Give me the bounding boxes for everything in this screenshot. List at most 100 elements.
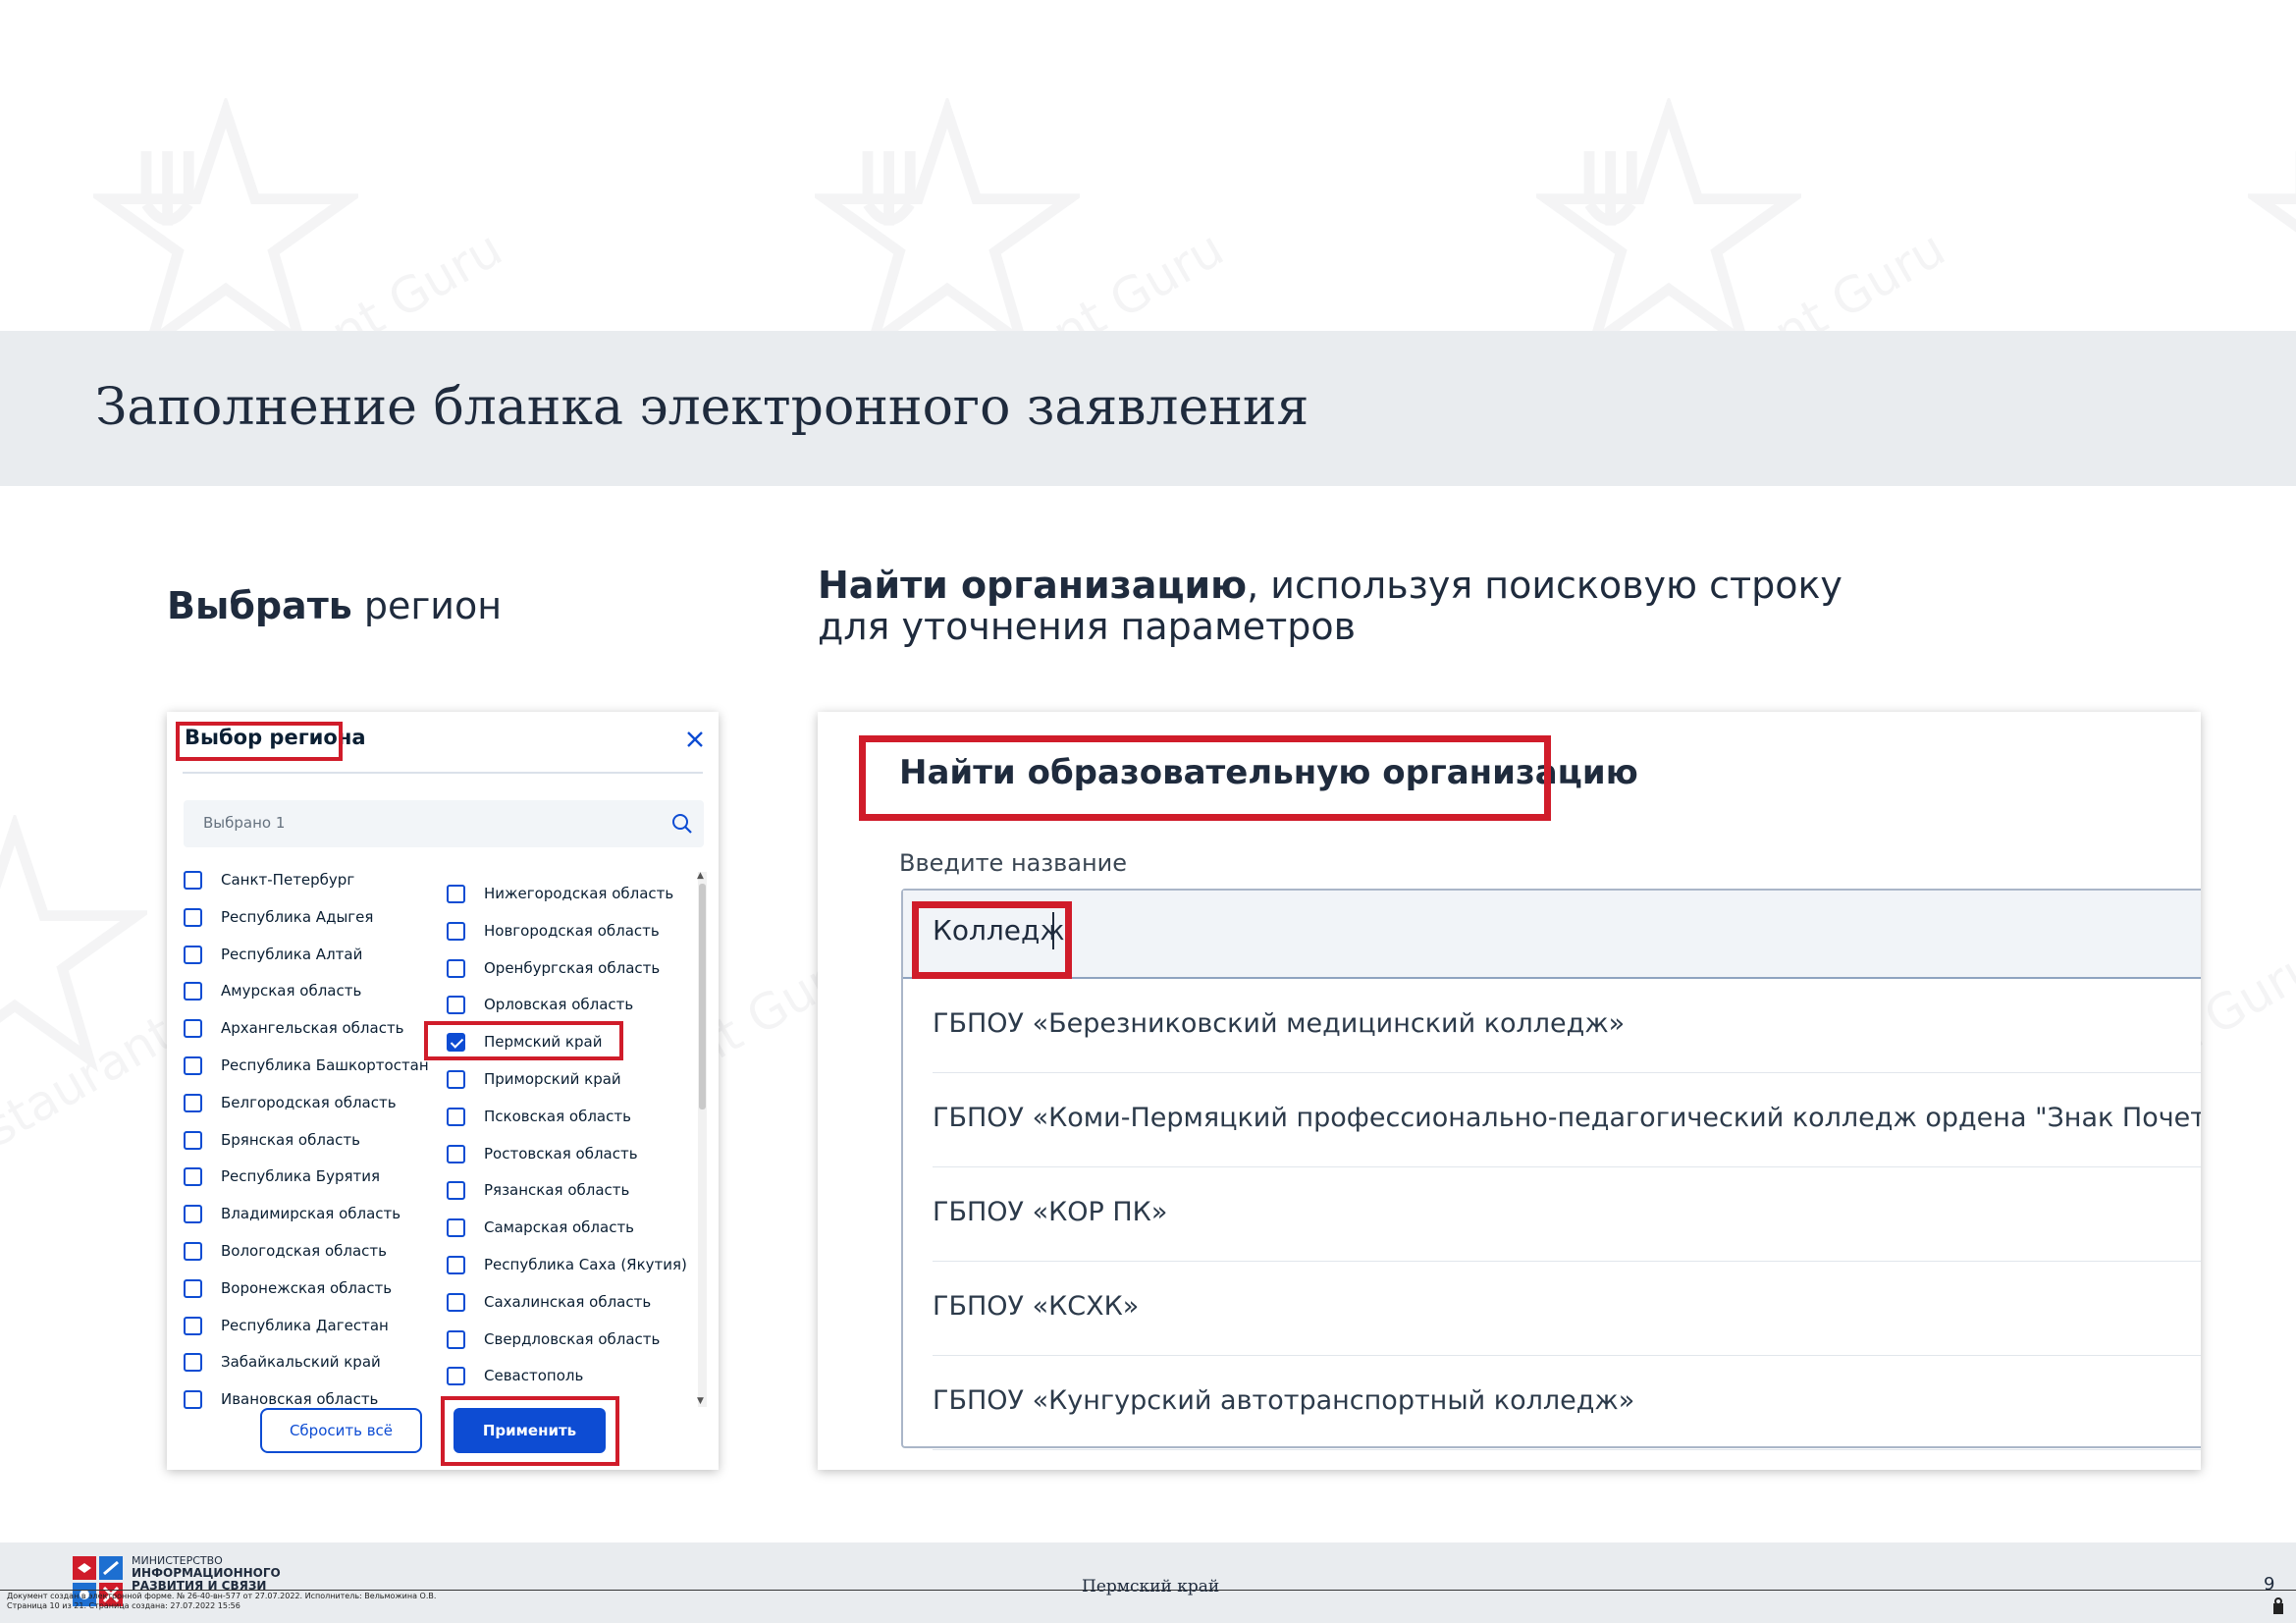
region-option-label: Сахалинская область bbox=[484, 1292, 652, 1311]
checkbox[interactable] bbox=[184, 1278, 202, 1298]
region-option-label: Оренбургская область bbox=[484, 958, 661, 977]
checkbox[interactable] bbox=[184, 1390, 202, 1410]
page-title: Заполнение бланка электронного заявления bbox=[95, 378, 1309, 437]
region-option-label: Архангельская область bbox=[221, 1019, 404, 1038]
checkbox[interactable] bbox=[184, 1167, 202, 1187]
region-option-label: Вологодская область bbox=[221, 1242, 387, 1260]
highlight-frame bbox=[912, 901, 1072, 979]
checkbox[interactable] bbox=[184, 1056, 202, 1075]
region-option-label: Ивановская область bbox=[221, 1390, 379, 1409]
org-result-option[interactable]: ГБПОУ «Кунгурский автотранспортный колле… bbox=[933, 1356, 2201, 1450]
step2-caption: Найти организацию, используя поисковую с… bbox=[818, 565, 1842, 647]
checkbox[interactable] bbox=[447, 885, 465, 903]
region-option-label: Владимирская область bbox=[221, 1205, 401, 1223]
org-result-option[interactable]: ГБПОУ «Коми-Пермяцкий профессионально-пе… bbox=[933, 1073, 2201, 1167]
checkbox[interactable] bbox=[184, 1130, 202, 1150]
scrollbar-thumb[interactable] bbox=[699, 884, 706, 1109]
search-icon[interactable] bbox=[670, 812, 694, 839]
watermark-logo-icon: Restaurant Guru bbox=[815, 98, 1233, 471]
region-option-label: Республика Саха (Якутия) bbox=[484, 1256, 687, 1273]
region-option-label: Ростовская область bbox=[484, 1144, 638, 1163]
org-result-option[interactable]: ГБПОУ «КОР ПК» bbox=[933, 1167, 2201, 1262]
checkbox[interactable] bbox=[447, 1070, 465, 1089]
highlight-frame bbox=[176, 722, 343, 761]
footer-region: Пермский край bbox=[1082, 1577, 1220, 1596]
highlight-frame bbox=[441, 1396, 619, 1466]
checkbox[interactable] bbox=[184, 1242, 202, 1261]
checkbox[interactable] bbox=[447, 1256, 465, 1274]
step2-bold: Найти организацию bbox=[818, 564, 1248, 607]
checkbox[interactable] bbox=[184, 1205, 202, 1224]
checkbox[interactable] bbox=[447, 1144, 465, 1163]
checkbox[interactable] bbox=[447, 996, 465, 1015]
document-note: Документ создан в электронной форме. № 2… bbox=[7, 1592, 436, 1611]
region-option-label: Новгородская область bbox=[484, 921, 660, 940]
region-option-label: Республика Башкортостан bbox=[221, 1056, 429, 1074]
checkbox[interactable] bbox=[447, 1181, 465, 1201]
checkbox[interactable] bbox=[447, 1292, 465, 1312]
org-result-label: ГБПОУ «КСХК» bbox=[933, 1291, 1140, 1322]
region-option-label: Брянская область bbox=[221, 1130, 360, 1149]
checkbox[interactable] bbox=[184, 907, 202, 927]
step1-bold: Выбрать bbox=[167, 584, 352, 627]
checkbox[interactable] bbox=[184, 1316, 202, 1335]
page-number: 9 bbox=[2264, 1574, 2275, 1595]
checkbox[interactable] bbox=[447, 1107, 465, 1126]
region-option-label: Приморский край bbox=[484, 1070, 621, 1088]
region-search-input[interactable]: Выбрано 1 bbox=[184, 800, 704, 847]
checkbox[interactable] bbox=[447, 1218, 465, 1238]
region-option-label: Воронежская область bbox=[221, 1278, 393, 1297]
checkbox[interactable] bbox=[184, 1093, 202, 1112]
divider bbox=[183, 772, 703, 774]
checkbox[interactable] bbox=[184, 945, 202, 964]
step2-rest: , используя поисковую строку bbox=[1247, 564, 1842, 607]
reset-all-button[interactable]: Сбросить всё bbox=[260, 1408, 422, 1453]
document-stamp-icon bbox=[2271, 1596, 2285, 1620]
org-search-input[interactable]: Колледж bbox=[903, 891, 2201, 979]
region-option-label: Забайкальский край bbox=[221, 1353, 381, 1372]
region-option-label: Белгородская область bbox=[221, 1093, 397, 1111]
watermark-logo-icon: Restaurant Guru bbox=[1536, 98, 1954, 471]
step1-rest: регион bbox=[351, 584, 503, 627]
checkbox[interactable] bbox=[184, 871, 202, 890]
document-note-line1: Документ создан в электронной форме. № 2… bbox=[7, 1592, 437, 1600]
org-result-label: ГБПОУ «Коми-Пермяцкий профессионально-пе… bbox=[933, 1103, 2201, 1133]
checkbox[interactable] bbox=[184, 1019, 202, 1039]
ministry-line2: ИНФОРМАЦИОННОГО bbox=[132, 1566, 281, 1580]
checkbox[interactable] bbox=[184, 1353, 202, 1373]
checkbox[interactable] bbox=[447, 1329, 465, 1349]
region-option-label: Нижегородская область bbox=[484, 885, 674, 902]
region-dialog: Выбор региона Выбрано 1 Санкт-Петербург Р… bbox=[167, 712, 719, 1470]
watermark-logo-icon: Restaurant Guru bbox=[0, 815, 300, 1188]
org-result-label: ГБПОУ «КОР ПК» bbox=[933, 1197, 1168, 1227]
step2-line2: для уточнения параметров bbox=[818, 605, 1357, 648]
watermark-logo-icon: Restaurant Guru bbox=[93, 98, 511, 471]
org-field-label: Введите название bbox=[899, 849, 1128, 877]
region-option-label: Республика Бурятия bbox=[221, 1167, 381, 1186]
org-combobox: Колледж ГБПОУ «Березниковский медицински… bbox=[901, 889, 2201, 1450]
region-option-label: Республика Адыгея bbox=[221, 907, 374, 926]
checkbox[interactable] bbox=[184, 982, 202, 1001]
close-icon[interactable] bbox=[683, 729, 707, 752]
org-search-panel: Найти образовательную организацию Введит… bbox=[818, 712, 2201, 1470]
org-result-option[interactable]: ГБПОУ «Березниковский медицинский коллед… bbox=[933, 979, 2201, 1073]
scroll-up-arrow-icon[interactable]: ▲ bbox=[697, 871, 704, 881]
checkbox[interactable] bbox=[447, 921, 465, 941]
region-option-label: Республика Алтай bbox=[221, 945, 363, 963]
highlight-frame bbox=[424, 1021, 623, 1060]
region-option-label: Севастополь bbox=[484, 1367, 584, 1385]
region-option-label: Амурская область bbox=[221, 982, 362, 1001]
watermark-logo-icon: Restaurant Guru bbox=[2248, 98, 2296, 471]
checkbox[interactable] bbox=[447, 958, 465, 978]
highlight-frame bbox=[859, 735, 1551, 821]
checkbox[interactable] bbox=[447, 1367, 465, 1386]
org-result-label: ГБПОУ «Березниковский медицинский коллед… bbox=[933, 1008, 1626, 1039]
org-result-label: ГБПОУ «Кунгурский автотранспортный колле… bbox=[933, 1385, 1635, 1416]
document-note-line2: Страница 10 из 21. Страница создана: 27.… bbox=[7, 1601, 240, 1610]
org-result-option[interactable]: ГБПОУ «КСХК» bbox=[933, 1262, 2201, 1356]
region-option-label: Рязанская область bbox=[484, 1181, 630, 1200]
scroll-down-arrow-icon[interactable]: ▼ bbox=[697, 1396, 704, 1406]
region-option-label: Санкт-Петербург bbox=[221, 871, 355, 889]
region-option-label: Псковская область bbox=[484, 1107, 631, 1125]
region-option-label: Самарская область bbox=[484, 1218, 635, 1237]
